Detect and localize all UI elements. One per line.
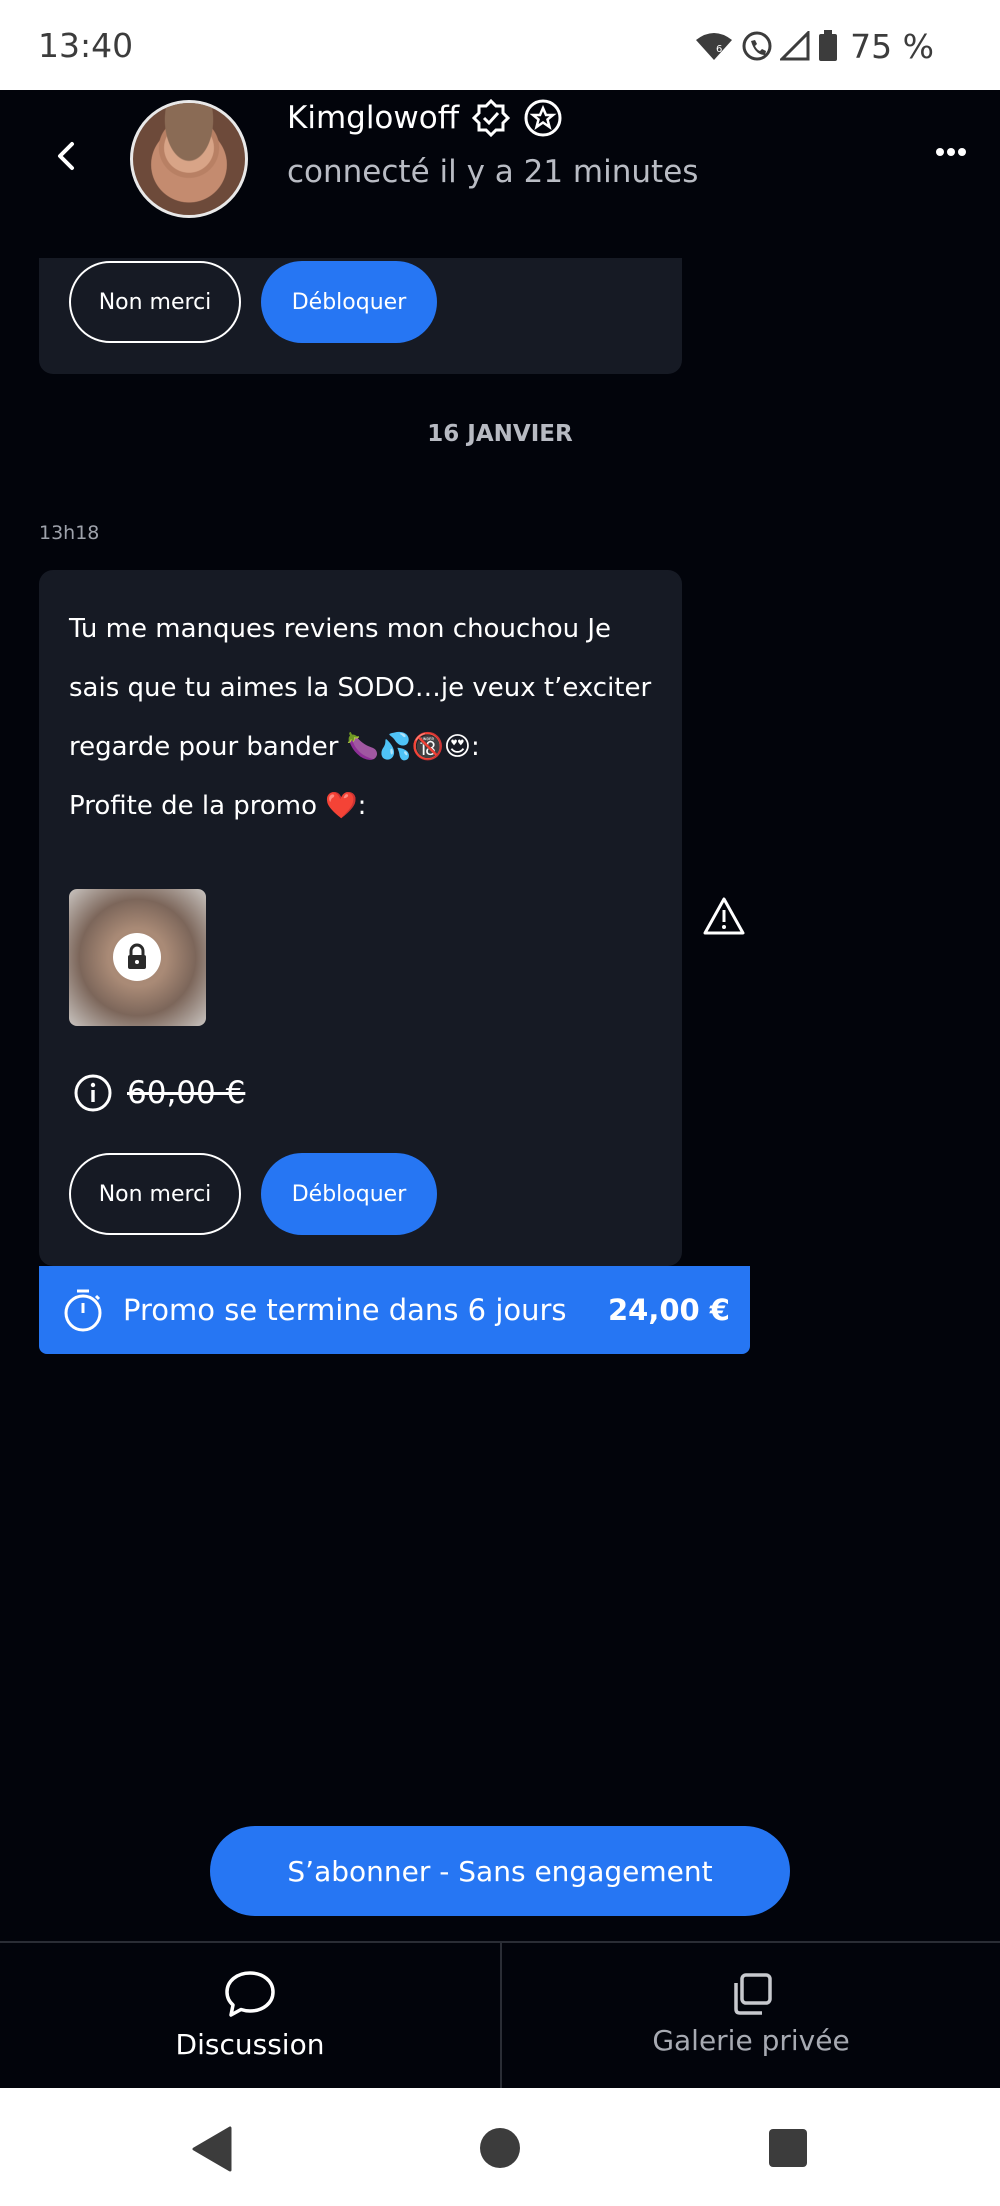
tab-label: Galerie privée <box>652 2024 850 2057</box>
gallery-copy-icon <box>734 1973 772 2015</box>
unlock-button[interactable]: Débloquer <box>261 1153 437 1235</box>
status-bar: 13:40 6 75 % <box>0 0 1000 90</box>
more-options-icon[interactable] <box>936 146 966 158</box>
colon: : <box>471 732 480 762</box>
previous-offer-bubble: Non merci Débloquer <box>39 258 682 374</box>
nav-home-icon[interactable] <box>478 2126 522 2170</box>
price-row: 60,00 € <box>73 1073 245 1113</box>
svg-text:6: 6 <box>716 44 722 55</box>
lock-icon <box>113 933 161 981</box>
signal-icon <box>780 31 810 61</box>
message-text: Tu me manques reviens mon chouchou Je sa… <box>69 600 669 836</box>
profile-name-row[interactable]: Kimglowoff <box>287 98 563 138</box>
message-line-text: regarde pour bander <box>69 732 339 762</box>
report-warning-icon[interactable] <box>702 896 746 936</box>
message-line: sais que tu aimes la SODO…je veux t’exci… <box>69 673 652 703</box>
system-nav-bar <box>0 2088 1000 2206</box>
battery-percentage: 75 % <box>850 26 934 66</box>
locked-media-thumbnail[interactable] <box>69 889 206 1026</box>
battery-icon <box>819 30 838 61</box>
status-time: 13:40 <box>38 26 134 65</box>
emoji-group: 🍆💦🔞😍 <box>346 732 471 762</box>
promo-price: 24,00 € <box>607 1293 730 1327</box>
nav-back-icon[interactable] <box>190 2126 234 2172</box>
wifi-calling-icon <box>742 31 772 61</box>
message-time: 13h18 <box>39 522 100 544</box>
tab-discussion[interactable]: Discussion <box>0 1943 500 2088</box>
status-icons: 6 75 % <box>694 26 934 66</box>
date-separator: 16 JANVIER <box>427 421 573 447</box>
tab-label: Discussion <box>175 2028 325 2061</box>
colon: : <box>357 791 367 821</box>
message-line: Tu me manques reviens mon chouchou Je <box>69 614 612 644</box>
chat-header: Kimglowoff connecté il y a 21 minutes <box>0 90 1000 258</box>
message-line-text: Profite de la promo <box>69 791 318 821</box>
timer-icon <box>64 1289 102 1332</box>
wifi-icon: 6 <box>696 33 733 60</box>
verified-badge-icon <box>471 98 511 138</box>
nav-recents-icon[interactable] <box>768 2128 808 2168</box>
previous-unlock-button[interactable]: Débloquer <box>261 261 437 343</box>
back-arrow-icon[interactable] <box>48 136 88 176</box>
previous-decline-button[interactable]: Non merci <box>69 261 241 343</box>
profile-name: Kimglowoff <box>287 100 460 136</box>
message-line: Profite de la promo ❤️: <box>69 777 669 836</box>
promo-label: Promo se termine dans 6 jours <box>123 1293 567 1327</box>
original-price: 60,00 € <box>127 1075 246 1111</box>
star-badge-icon <box>524 99 562 137</box>
chat-bubble-icon <box>225 1971 275 2017</box>
bottom-tab-bar: Discussion Galerie privée <box>0 1941 1000 2088</box>
last-seen-status: connecté il y a 21 minutes <box>287 154 699 190</box>
subscribe-button[interactable]: S’abonner - Sans engagement <box>210 1826 790 1916</box>
tab-private-gallery[interactable]: Galerie privée <box>500 1943 1000 2088</box>
message-line: regarde pour bander 🍆💦🔞😍: <box>69 718 669 777</box>
avatar[interactable] <box>130 100 248 218</box>
promo-banner[interactable]: Promo se termine dans 6 jours 24,00 € <box>39 1266 750 1354</box>
decline-button[interactable]: Non merci <box>69 1153 241 1235</box>
heart-emoji: ❤️ <box>325 791 358 821</box>
info-icon[interactable] <box>73 1073 113 1113</box>
